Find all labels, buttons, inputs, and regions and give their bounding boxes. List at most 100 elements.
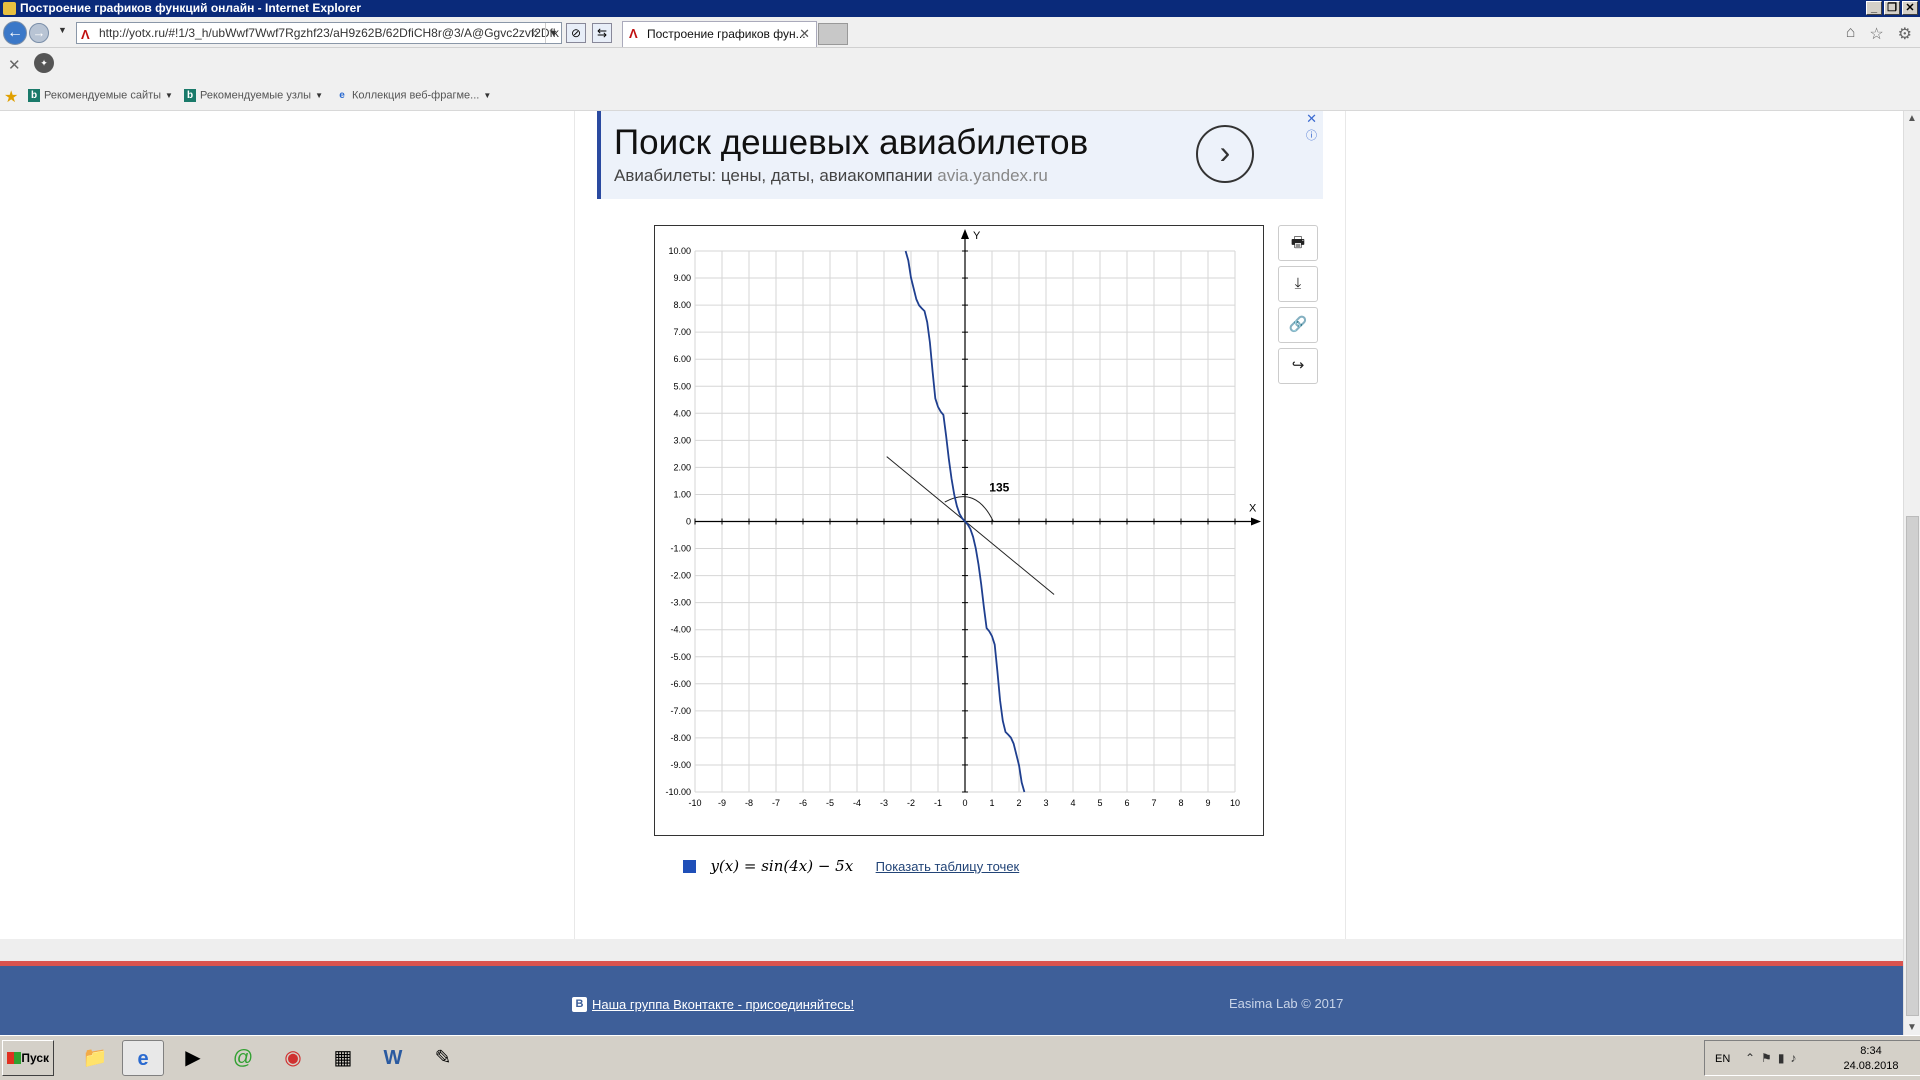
y-tick-label: 5.00 [673,381,691,391]
share-icon[interactable]: ↪ [1278,348,1318,384]
print-icon[interactable]: 🖶 [1278,225,1318,261]
x-tick-label: 1 [989,798,994,808]
mail-icon[interactable]: @ [222,1040,264,1076]
x-axis-arrow [1251,517,1261,526]
x-tick-label: 10 [1230,798,1240,808]
scroll-up-icon[interactable]: ▲ [1907,113,1917,124]
system-tray: EN ⌃⚑▮♪ 8:34 24.08.2018 [1704,1040,1920,1076]
scroll-thumb[interactable] [1906,516,1919,1016]
window-title: Построение графиков функций онлайн - Int… [20,1,362,15]
download-icon[interactable]: ⤓ [1278,266,1318,302]
y-tick-label: -10.00 [665,787,691,797]
favorites-star-icon[interactable]: ☆ [1869,24,1883,44]
y-tick-label: -6.00 [670,679,691,689]
close-bar-icon[interactable]: ✕ [8,56,21,74]
site-favicon-icon: Ʌ [81,27,90,42]
angle-arc [944,496,994,522]
tab-active[interactable]: Ʌ Построение графиков фун... ✕ [622,21,817,47]
address-bar[interactable]: Ʌ http://yotx.ru/#!1/3_h/ubWwf7Wwf7Rgzhf… [76,22,562,44]
bing-icon: b [28,89,40,102]
y-tick-label: 0 [686,517,691,527]
y-tick-label: 6.00 [673,354,691,364]
word-icon[interactable]: W [372,1040,414,1076]
window-titlebar: Построение графиков функций онлайн - Int… [0,0,1920,17]
home-icon[interactable]: ⌂ [1846,24,1856,44]
x-tick-label: -1 [934,798,942,808]
chrome-icon[interactable]: ◉ [272,1040,314,1076]
bing-icon: b [184,89,196,102]
close-window-button[interactable]: ✕ [1902,1,1918,15]
favorite-item[interactable]: e Коллекция веб-фрагме... ▼ [336,89,491,102]
x-tick-label: -9 [718,798,726,808]
tray-icons[interactable]: ⌃⚑▮♪ [1745,1051,1802,1065]
y-tick-label: -4.00 [670,625,691,635]
ie-icon: e [336,89,348,102]
y-tick-label: 9.00 [673,273,691,283]
history-dropdown-icon[interactable]: ▼ [58,25,67,35]
ad-headline[interactable]: Поиск дешевых авиабилетов [614,123,1088,163]
address-dropdown-icon[interactable]: ▼ [545,23,561,43]
refresh-icon[interactable]: ⇆ [592,23,612,43]
gear-icon[interactable]: ⚙ [1898,24,1912,44]
x-tick-label: -6 [799,798,807,808]
ad-arrow-button[interactable]: › [1196,125,1254,183]
new-tab-button[interactable] [818,23,848,45]
copyright: Easima Lab © 2017 [1229,996,1344,1011]
scroll-down-icon[interactable]: ▼ [1907,1022,1917,1033]
show-points-table-link[interactable]: Показать таблицу точек [876,859,1020,874]
clock[interactable]: 8:34 24.08.2018 [1841,1044,1901,1074]
y-tick-label: -2.00 [670,571,691,581]
start-button[interactable]: Пуск [2,1040,54,1076]
x-tick-label: -3 [880,798,888,808]
page-content: Поиск дешевых авиабилетов Авиабилеты: це… [0,111,1903,1046]
tab-label[interactable]: Построение графиков фун... [647,27,806,41]
x-tick-label: 2 [1016,798,1021,808]
y-tick-label: -8.00 [670,733,691,743]
forward-button[interactable]: → [29,23,49,43]
favorite-item[interactable]: b Рекомендуемые узлы ▼ [184,89,323,102]
vk-icon: B [572,997,587,1013]
x-tick-label: 6 [1124,798,1129,808]
x-tick-label: -4 [853,798,861,808]
y-tick-label: -1.00 [670,544,691,554]
calculator-icon[interactable]: ▦ [322,1040,364,1076]
paint-icon[interactable]: ✎ [422,1040,464,1076]
chart-toolbar: 🖶 ⤓ 🔗 ↪ [1278,225,1318,389]
x-tick-label: -7 [772,798,780,808]
compatibility-icon[interactable]: ⊘ [566,23,586,43]
chart-area: X Y -10 -9 -8 -7 -6 -5 -4 -3 -2 -1 0 1 2 3 4 5 6 7 8 9 10 10.00… [654,225,1264,836]
favorites-bar: ★ b Рекомендуемые сайты ▼ b Рекомендуемые у… [0,81,1920,111]
media-player-icon[interactable]: ▶ [172,1040,214,1076]
back-button[interactable]: ← [3,21,27,45]
addon-icon[interactable]: ✦ [34,53,54,73]
favorite-item[interactable]: b Рекомендуемые сайты ▼ [28,89,173,102]
y-tick-label: -7.00 [670,706,691,716]
ad-close-icon[interactable]: ✕ [1306,111,1317,127]
function-graph: XY-10 -9 -8 -7 -6 -5 -4 -3 -2 -1 0 1 2 3 4 5 6 7 8 9 1010.00… [665,229,1261,808]
ie-taskbar-icon[interactable]: e [122,1040,164,1076]
x-tick-label: 5 [1097,798,1102,808]
favorites-add-icon[interactable]: ★ [4,87,18,107]
x-tick-label: 7 [1151,798,1156,808]
taskbar: Пуск 📁 e ▶ @ ◉ ▦ W ✎ EN ⌃⚑▮♪ 8:34 24.08.2… [0,1035,1920,1080]
language-indicator[interactable]: EN [1715,1053,1730,1065]
x-tick-label: 4 [1070,798,1075,808]
y-tick-label: 3.00 [673,435,691,445]
tab-favicon-icon: Ʌ [629,26,638,41]
legend-formula: y(x) = sin(4x) − 5x [710,857,854,875]
link-icon[interactable]: 🔗 [1278,307,1318,343]
ad-banner[interactable]: Поиск дешевых авиабилетов Авиабилеты: це… [597,111,1323,199]
close-tab-icon[interactable]: ✕ [799,22,810,46]
x-axis-label: X [1249,503,1257,515]
navigation-bar: ← → ▼ Ʌ http://yotx.ru/#!1/3_h/ubWwf7Wwf… [0,17,1920,48]
search-icon[interactable]: ⌕ [532,23,539,43]
vk-group-link[interactable]: B Наша группа Вконтакте - присоединяйтесь… [572,996,854,1013]
maximize-button[interactable]: ❐ [1884,1,1900,15]
minimize-button[interactable]: _ [1866,1,1882,15]
vertical-scrollbar[interactable]: ▲ ▼ [1903,111,1920,1035]
address-text[interactable]: http://yotx.ru/#!1/3_h/ubWwf7Wwf7Rgzhf23… [99,26,559,40]
y-tick-label: 8.00 [673,300,691,310]
ad-info-icon[interactable]: ⓘ [1306,127,1317,143]
legend-swatch [683,859,696,873]
explorer-icon[interactable]: 📁 [74,1040,116,1076]
